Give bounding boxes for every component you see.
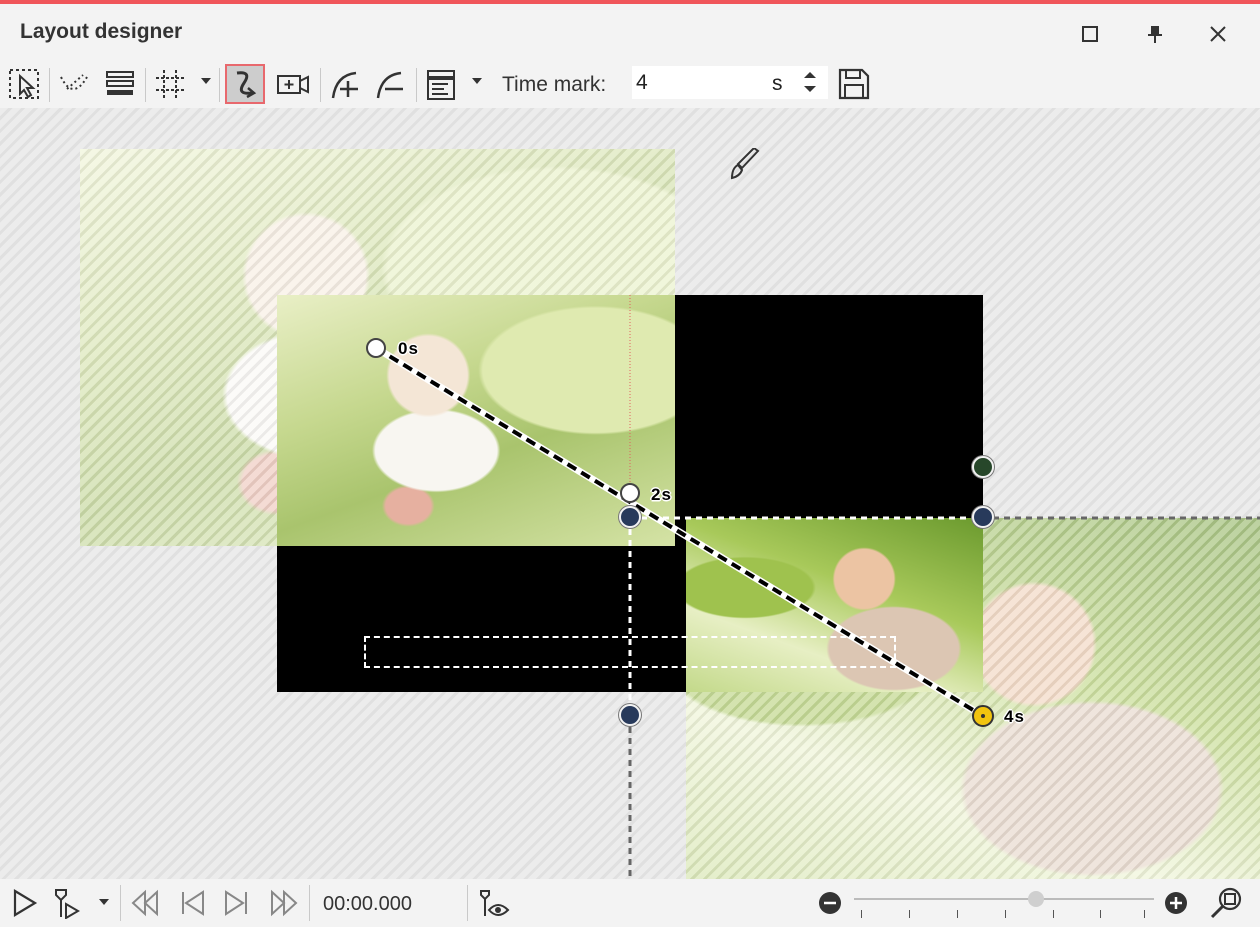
- zoom-fit-button[interactable]: [1208, 885, 1244, 921]
- pin-button[interactable]: [1137, 18, 1173, 50]
- keyframe-mid-node[interactable]: [620, 483, 640, 503]
- playback-bar: 00:00.000: [0, 879, 1260, 927]
- layers-icon: [106, 71, 134, 95]
- motion-path-icon: [236, 71, 257, 99]
- time-mark-value[interactable]: 4: [636, 71, 648, 95]
- anchor-handle-center[interactable]: [619, 506, 641, 528]
- keyframe-start-node[interactable]: [366, 338, 386, 358]
- bar-separator: [120, 885, 121, 921]
- maximize-button[interactable]: [1072, 18, 1108, 50]
- toolbar-separator: [219, 68, 220, 102]
- play-button[interactable]: [6, 885, 42, 921]
- toolbar: Time mark: 4 s: [0, 58, 1260, 108]
- grid-dropdown-caret-icon[interactable]: [201, 78, 211, 84]
- title-bar: Layout designer: [0, 4, 1260, 58]
- window-title: Layout designer: [20, 20, 183, 43]
- zoom-tick: [1100, 910, 1101, 918]
- zoom-slider-track[interactable]: [854, 898, 1154, 900]
- close-icon: [1210, 26, 1226, 42]
- zoom-out-button[interactable]: [812, 885, 848, 921]
- zoom-fit-icon: [1210, 887, 1242, 919]
- layers-button[interactable]: [100, 64, 140, 104]
- keyframe-add-icon: [331, 71, 358, 99]
- resize-handle-bottom[interactable]: [619, 704, 641, 726]
- fast-forward-button[interactable]: [266, 885, 302, 921]
- marker-eye-icon: [480, 890, 510, 916]
- layout-canvas[interactable]: 0s 2s 4s: [0, 108, 1260, 879]
- camera-button[interactable]: [273, 64, 313, 104]
- zoom-tick: [909, 910, 910, 918]
- keyframe-label-2s: 2s: [651, 485, 672, 504]
- time-mark-input[interactable]: 4 s: [632, 66, 828, 99]
- zoom-slider-thumb[interactable]: [1028, 891, 1044, 907]
- brush-icon[interactable]: [728, 148, 762, 182]
- play-from-marker-button[interactable]: [50, 885, 86, 921]
- zoom-tick: [861, 910, 862, 918]
- keyframe-label-0s: 0s: [398, 339, 419, 358]
- floppy-disk-icon: [838, 68, 870, 100]
- close-button[interactable]: [1200, 18, 1236, 50]
- zoom-tick: [1144, 910, 1145, 918]
- toolbar-separator: [49, 68, 50, 102]
- play-dropdown-caret-icon[interactable]: [99, 899, 109, 905]
- previous-frame-button[interactable]: [174, 885, 210, 921]
- select-tool-button[interactable]: [4, 64, 44, 104]
- spin-up-icon[interactable]: [804, 72, 816, 78]
- align-list-icon: [427, 70, 455, 100]
- add-keyframe-button[interactable]: [325, 64, 365, 104]
- keyframe-label-4s: 4s: [1004, 707, 1025, 726]
- resize-handle-right[interactable]: [972, 506, 994, 528]
- toolbar-separator: [416, 68, 417, 102]
- rotate-handle[interactable]: [972, 456, 994, 478]
- spin-down-icon[interactable]: [804, 86, 816, 92]
- zoom-tick: [957, 910, 958, 918]
- selection-cursor-icon: [9, 69, 39, 99]
- save-button[interactable]: [834, 64, 874, 104]
- keyframe-remove-icon: [376, 71, 403, 99]
- timecode-display: 00:00.000: [323, 893, 412, 915]
- time-mark-label: Time mark:: [502, 73, 607, 96]
- toolbar-separator: [145, 68, 146, 102]
- play-from-marker-icon: [55, 889, 80, 919]
- align-button[interactable]: [421, 64, 461, 104]
- fast-forward-icon: [271, 889, 298, 917]
- rewind-button[interactable]: [127, 885, 163, 921]
- preview-marker-button[interactable]: [476, 885, 512, 921]
- zoom-in-button[interactable]: [1158, 885, 1194, 921]
- zoom-out-icon: [819, 892, 841, 914]
- pin-icon: [1148, 26, 1162, 43]
- bar-separator: [467, 885, 468, 921]
- toolbar-separator: [320, 68, 321, 102]
- maximize-icon: [1082, 26, 1098, 42]
- dotted-curve-icon: [60, 74, 88, 90]
- zoom-tick: [1005, 910, 1006, 918]
- grid-icon: [156, 70, 184, 98]
- rewind-icon: [131, 889, 158, 917]
- time-mark-unit: s: [772, 72, 783, 95]
- keyframe-end-node[interactable]: [972, 705, 994, 727]
- motion-path-button[interactable]: [225, 64, 265, 104]
- path-points-button[interactable]: [54, 64, 94, 104]
- play-icon: [13, 889, 38, 917]
- align-dropdown-caret-icon[interactable]: [472, 78, 482, 84]
- grid-button[interactable]: [150, 64, 190, 104]
- video-camera-icon: [277, 75, 309, 94]
- zoom-tick: [1053, 910, 1054, 918]
- remove-keyframe-button[interactable]: [370, 64, 410, 104]
- previous-frame-icon: [182, 890, 204, 916]
- zoom-in-icon: [1165, 892, 1187, 914]
- bar-separator: [309, 885, 310, 921]
- next-frame-button[interactable]: [219, 885, 255, 921]
- next-frame-icon: [225, 890, 247, 916]
